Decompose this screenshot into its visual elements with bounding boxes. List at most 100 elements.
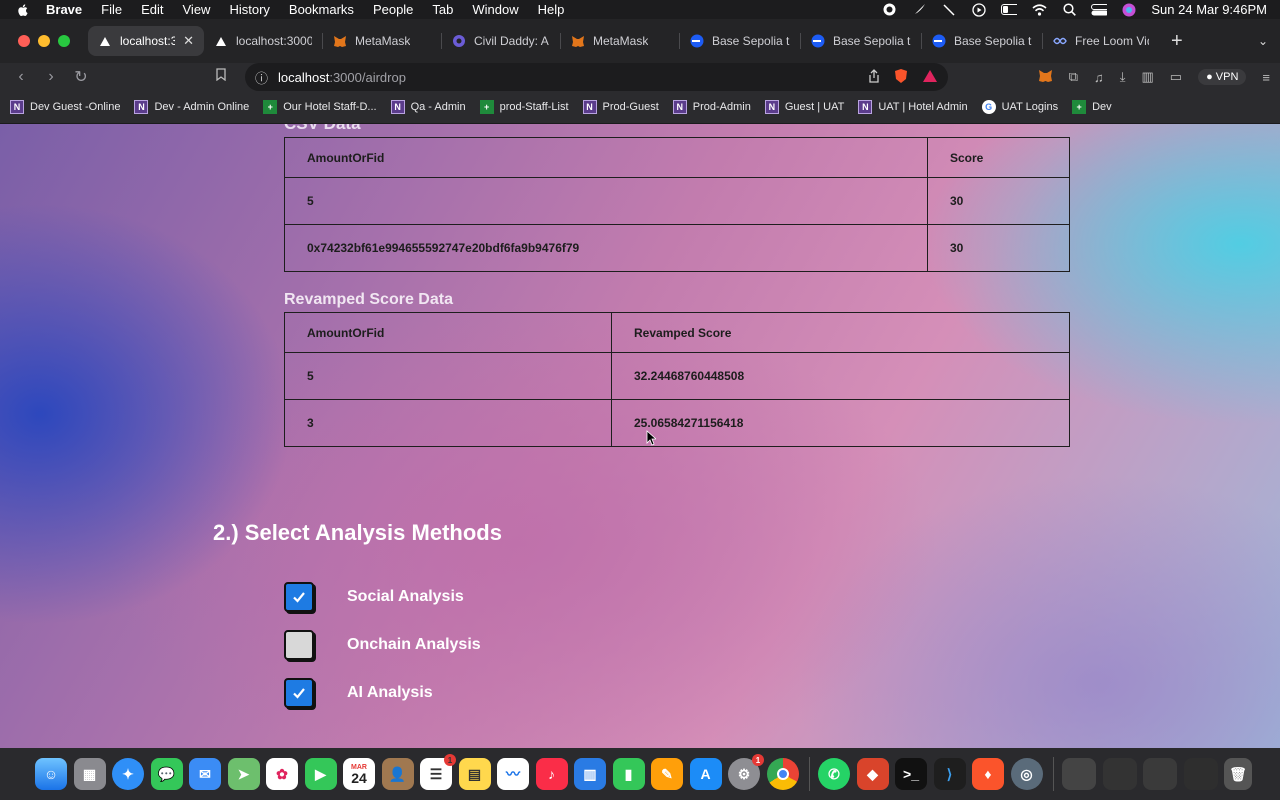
tab-localhost-active[interactable]: localhost:3( ✕ bbox=[88, 26, 204, 56]
play-icon[interactable] bbox=[971, 2, 987, 17]
tab-base-sepolia-2[interactable]: Base Sepolia tra bbox=[801, 26, 921, 56]
tab-list-chevron-icon[interactable]: ⌄ bbox=[1258, 34, 1268, 48]
close-tab-icon[interactable]: ✕ bbox=[183, 33, 194, 49]
menu-file[interactable]: File bbox=[101, 2, 122, 17]
battery-icon[interactable] bbox=[1001, 3, 1018, 17]
browser-menu-icon[interactable]: ≡ bbox=[1262, 70, 1270, 85]
finder-icon[interactable]: ☺ bbox=[35, 758, 67, 790]
ai-analysis-label[interactable]: AI Analysis bbox=[347, 684, 433, 702]
tab-base-sepolia-1[interactable]: Base Sepolia tra bbox=[680, 26, 800, 56]
system-settings-icon[interactable]: ⚙ 1 bbox=[728, 754, 764, 790]
keynote-icon[interactable]: ▥ bbox=[574, 758, 606, 790]
menu-edit[interactable]: Edit bbox=[141, 2, 163, 17]
wallet-icon[interactable]: ▭ bbox=[1170, 69, 1182, 85]
sidebar-toggle-icon[interactable]: ▥ bbox=[1141, 69, 1153, 85]
menu-app-name[interactable]: Brave bbox=[46, 2, 82, 17]
menu-tab[interactable]: Tab bbox=[432, 2, 453, 17]
brave-rewards-icon[interactable] bbox=[922, 69, 938, 86]
maps-icon[interactable]: ➤ bbox=[227, 758, 260, 790]
bookmark-prod-guest[interactable]: N Prod-Guest bbox=[582, 100, 659, 114]
facetime-icon[interactable]: ▶ bbox=[304, 758, 337, 790]
bookmark-dev-admin-online[interactable]: N Dev - Admin Online bbox=[134, 100, 249, 114]
social-analysis-label[interactable]: Social Analysis bbox=[347, 588, 464, 606]
messages-icon[interactable]: 💬 bbox=[150, 758, 183, 790]
reload-button[interactable]: ↻ bbox=[66, 67, 96, 87]
brave-browser-icon[interactable]: ♦ bbox=[972, 758, 1004, 790]
tab-metamask-2[interactable]: MetaMask bbox=[561, 26, 679, 56]
slash-tool-icon[interactable] bbox=[941, 3, 957, 17]
notes-icon[interactable]: ▤ bbox=[458, 758, 491, 790]
bookmark-guest-uat[interactable]: N Guest | UAT bbox=[764, 100, 844, 114]
tab-localhost[interactable]: localhost:3000/ bbox=[204, 26, 322, 56]
media-controls-icon[interactable]: ♫ bbox=[1094, 70, 1104, 85]
brave-shields-icon[interactable] bbox=[894, 68, 908, 87]
bookmark-hotel-staff[interactable]: + Our Hotel Staff-D... bbox=[263, 100, 377, 114]
forward-button[interactable]: › bbox=[36, 68, 66, 86]
extensions-puzzle-icon[interactable]: ⧉ bbox=[1069, 69, 1078, 85]
back-button[interactable]: ‹ bbox=[6, 68, 36, 86]
vscode-icon[interactable]: ⟩ bbox=[933, 758, 966, 790]
trash-icon[interactable]: 🗑 bbox=[1224, 758, 1252, 790]
quicktime-icon[interactable]: ◎ bbox=[1010, 758, 1043, 790]
reminders-icon[interactable]: ☰ 1 bbox=[420, 754, 456, 790]
metamask-extension-icon[interactable] bbox=[1038, 69, 1053, 86]
numbers-icon[interactable]: ▮ bbox=[612, 758, 645, 790]
music-icon[interactable]: ♪ bbox=[535, 758, 568, 790]
window-preview-3-icon[interactable] bbox=[1143, 758, 1177, 790]
feather-icon[interactable] bbox=[911, 3, 927, 17]
bookmark-prod-admin[interactable]: N Prod-Admin bbox=[672, 100, 751, 114]
launchpad-icon[interactable]: ▦ bbox=[73, 758, 106, 790]
mail-icon[interactable]: ✉ bbox=[189, 758, 221, 790]
screen-record-icon[interactable] bbox=[881, 3, 897, 17]
bookmark-page-icon[interactable] bbox=[206, 68, 236, 86]
social-analysis-checkbox[interactable] bbox=[284, 582, 314, 612]
spotlight-search-icon[interactable] bbox=[1061, 3, 1077, 17]
method-onchain-analysis[interactable]: Onchain Analysis bbox=[284, 630, 481, 660]
photos-icon[interactable]: ✿ bbox=[266, 758, 298, 790]
ai-analysis-checkbox[interactable] bbox=[284, 678, 314, 708]
bookmark-uat-logins[interactable]: G UAT Logins bbox=[981, 100, 1058, 114]
window-preview-1-icon[interactable] bbox=[1062, 758, 1096, 790]
menu-people[interactable]: People bbox=[373, 2, 413, 17]
menu-view[interactable]: View bbox=[183, 2, 211, 17]
new-tab-button[interactable]: + bbox=[1171, 30, 1183, 53]
anydesk-icon[interactable]: ◆ bbox=[856, 758, 889, 790]
share-icon[interactable] bbox=[868, 68, 880, 86]
menu-history[interactable]: History bbox=[229, 2, 269, 17]
apple-logo-icon[interactable] bbox=[16, 3, 30, 17]
tab-civil-daddy[interactable]: Civil Daddy: A C bbox=[442, 26, 560, 56]
tab-base-sepolia-3[interactable]: Base Sepolia tra bbox=[922, 26, 1042, 56]
minimize-window-button[interactable] bbox=[38, 35, 50, 47]
site-info-icon[interactable]: ⓘ bbox=[255, 68, 268, 87]
zoom-window-button[interactable] bbox=[58, 35, 70, 47]
control-center-icon[interactable] bbox=[1091, 3, 1108, 17]
downloads-icon[interactable]: ⤓ bbox=[1120, 69, 1126, 85]
bookmark-uat-hotel-admin[interactable]: N UAT | Hotel Admin bbox=[858, 100, 968, 114]
bookmark-dev-guest-online[interactable]: N Dev Guest -Online bbox=[10, 100, 120, 114]
menu-help[interactable]: Help bbox=[538, 2, 565, 17]
wifi-icon[interactable] bbox=[1031, 3, 1047, 17]
tab-metamask[interactable]: MetaMask bbox=[323, 26, 441, 56]
menu-bookmarks[interactable]: Bookmarks bbox=[289, 2, 354, 17]
chrome-icon[interactable] bbox=[766, 758, 799, 790]
window-preview-4-icon[interactable] bbox=[1183, 758, 1218, 790]
safari-icon[interactable]: ✦ bbox=[112, 758, 144, 790]
window-preview-2-icon[interactable] bbox=[1102, 758, 1137, 790]
terminal-icon[interactable]: >_ bbox=[895, 758, 927, 790]
onchain-analysis-checkbox[interactable] bbox=[284, 630, 314, 660]
onchain-analysis-label[interactable]: Onchain Analysis bbox=[347, 636, 481, 654]
calendar-icon[interactable]: MAR 24 bbox=[343, 758, 375, 790]
close-window-button[interactable] bbox=[18, 35, 30, 47]
contacts-icon[interactable]: 👤 bbox=[381, 758, 414, 790]
bookmark-qa-admin[interactable]: N Qa - Admin bbox=[390, 100, 466, 114]
method-social-analysis[interactable]: Social Analysis bbox=[284, 582, 464, 612]
bookmark-prod-staff-list[interactable]: + prod-Staff-List bbox=[479, 100, 569, 114]
vpn-button[interactable]: ● VPN bbox=[1198, 69, 1247, 85]
menubar-clock[interactable]: Sun 24 Mar 9:46PM bbox=[1151, 2, 1267, 17]
freeform-icon[interactable]: 〰 bbox=[497, 758, 529, 790]
bookmark-dev[interactable]: + Dev bbox=[1072, 100, 1112, 114]
siri-icon[interactable] bbox=[1121, 3, 1137, 17]
whatsapp-icon[interactable]: ✆ bbox=[818, 758, 850, 790]
menu-window[interactable]: Window bbox=[472, 2, 518, 17]
tab-loom[interactable]: Free Loom Vide bbox=[1043, 26, 1159, 56]
